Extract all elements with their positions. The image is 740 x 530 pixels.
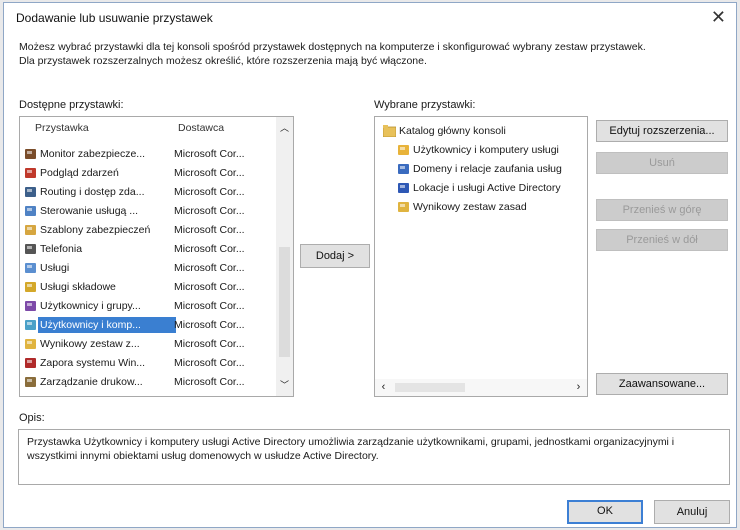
component-services-icon [24,281,37,293]
scroll-down-icon[interactable]: ﹀ [276,376,293,394]
sites-services-icon [397,182,410,194]
snapin-name: Zapora systemu Win... [40,357,146,369]
security-template-icon [24,224,37,236]
snapin-vendor: Microsoft Cor... [174,338,245,350]
snapin-list-row[interactable]: Sterowanie usługą ... Microsoft Cor... [22,202,262,220]
snapin-list-row[interactable]: Podgląd zdarzeń Microsoft Cor... [22,164,262,182]
rsop-icon [24,338,37,350]
column-header-snapin[interactable]: Przystawka [35,117,89,139]
snapin-list-row[interactable]: Routing i dostęp zda... Microsoft Cor... [22,183,262,201]
snapin-name: Usługi [40,262,70,274]
snapin-name: Użytkownicy i komp... [38,317,176,333]
snapin-vendor: Microsoft Cor... [174,376,245,388]
selected-snapins-label: Wybrane przystawki: [374,99,476,111]
snapin-name: Podgląd zdarzeń [40,167,119,179]
add-button[interactable]: Dodaj > [300,244,370,268]
snapin-name: Użytkownicy i grupy... [40,300,141,312]
close-icon[interactable]: ✕ [711,6,726,28]
selected-snapins-tree[interactable]: Katalog główny konsoli Użytkownicy i kom… [374,116,588,397]
advanced-button[interactable]: Zaawansowane... [596,373,728,395]
scroll-up-icon[interactable]: ︿ [276,119,293,137]
selected-tree-hscrollbar[interactable]: ‹ › [375,379,587,396]
snapin-name: Zarządzanie drukow... [40,376,143,388]
tree-child-label: Lokacje i usługi Active Directory [413,182,561,194]
remove-button[interactable]: Usuń [596,152,728,174]
title-bar: Dodawanie lub usuwanie przystawek ✕ [4,3,736,33]
snapin-vendor: Microsoft Cor... [174,319,245,331]
available-list-scrollbar[interactable]: ︿ ﹀ [276,117,293,396]
snapin-list-row[interactable]: Wynikowy zestaw z... Microsoft Cor... [22,335,262,353]
intro-line-2: Dla przystawek rozszerzalnych możesz okr… [19,55,427,67]
snapin-list-row[interactable]: Usługi składowe Microsoft Cor... [22,278,262,296]
snapin-name: Szablony zabezpieczeń [40,224,151,236]
snapin-vendor: Microsoft Cor... [174,281,245,293]
snapin-vendor: Microsoft Cor... [174,224,245,236]
description-label: Opis: [19,412,45,424]
rsop-icon [397,201,410,213]
snapin-list-row[interactable]: Usługi Microsoft Cor... [22,259,262,277]
scrollbar-thumb[interactable] [279,247,290,357]
move-down-button[interactable]: Przenieś w dół [596,229,728,251]
event-viewer-icon [24,167,37,179]
snapin-vendor: Microsoft Cor... [174,300,245,312]
snapin-name: Telefonia [40,243,83,255]
add-remove-snapins-dialog: Dodawanie lub usuwanie przystawek ✕ Może… [3,2,737,528]
snapin-list-row[interactable]: Telefonia Microsoft Cor... [22,240,262,258]
monitor-icon [24,148,37,160]
ad-users-computers-icon [397,144,410,156]
edit-extensions-button[interactable]: Edytuj rozszerzenia... [596,120,728,142]
snapin-list-row[interactable]: Szablony zabezpieczeń Microsoft Cor... [22,221,262,239]
description-box: Przystawka Użytkownicy i komputery usług… [18,429,730,485]
snapin-vendor: Microsoft Cor... [174,262,245,274]
ad-users-computers-icon [24,319,37,331]
snapin-name: Wynikowy zestaw z... [40,338,140,350]
firewall-icon [24,357,37,369]
telephony-icon [24,243,37,255]
snapin-list-row[interactable]: Zapora systemu Win... Microsoft Cor... [22,354,262,372]
print-management-icon [24,376,37,388]
snapin-vendor: Microsoft Cor... [174,148,245,160]
cancel-button[interactable]: Anuluj [654,500,730,524]
snapin-list-row[interactable]: Zarządzanie drukow... Microsoft Cor... [22,373,262,391]
available-snapins-label: Dostępne przystawki: [19,99,124,111]
available-snapins-list[interactable]: Przystawka Dostawca Monitor zabezpiecze.… [19,116,294,397]
snapin-list-row[interactable]: Użytkownicy i komp... Microsoft Cor... [22,316,262,334]
tree-root-label: Katalog główny konsoli [399,125,506,137]
services-icon [24,262,37,274]
snapin-vendor: Microsoft Cor... [174,243,245,255]
ok-button[interactable]: OK [567,500,643,524]
hscroll-thumb[interactable] [395,383,465,392]
users-groups-icon [24,300,37,312]
move-up-button[interactable]: Przenieś w górę [596,199,728,221]
tree-child-label: Wynikowy zestaw zasad [413,201,527,213]
domains-trusts-icon [397,163,410,175]
snapin-list-row[interactable]: Monitor zabezpiecze... Microsoft Cor... [22,145,262,163]
snapin-vendor: Microsoft Cor... [174,186,245,198]
intro-text: Możesz wybrać przystawki dla tej konsoli… [19,40,729,68]
snapin-name: Routing i dostęp zda... [40,186,145,198]
service-control-icon [24,205,37,217]
snapin-vendor: Microsoft Cor... [174,357,245,369]
snapin-list-row[interactable]: Użytkownicy i grupy... Microsoft Cor... [22,297,262,315]
snapin-vendor: Microsoft Cor... [174,167,245,179]
folder-icon [382,125,397,138]
scroll-right-icon[interactable]: › [570,379,587,396]
intro-line-1: Możesz wybrać przystawki dla tej konsoli… [19,41,646,53]
snapin-name: Monitor zabezpiecze... [40,148,146,160]
scroll-left-icon[interactable]: ‹ [375,379,392,396]
snapin-vendor: Microsoft Cor... [174,205,245,217]
column-header-vendor[interactable]: Dostawca [178,117,224,139]
snapin-name: Usługi składowe [40,281,116,293]
snapin-name: Sterowanie usługą ... [40,205,139,217]
routing-icon [24,186,37,198]
tree-child-label: Domeny i relacje zaufania usług [413,163,562,175]
tree-child-label: Użytkownicy i komputery usługi [413,144,559,156]
dialog-title: Dodawanie lub usuwanie przystawek [16,11,213,25]
